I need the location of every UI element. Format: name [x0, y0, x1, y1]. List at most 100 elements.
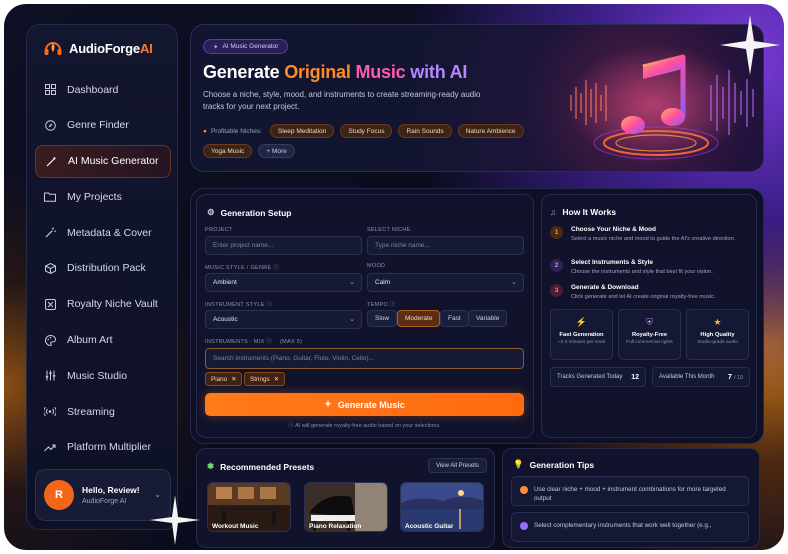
hero-pill: ✦ AI Music Generator [203, 39, 289, 54]
close-icon: ✕ [273, 375, 279, 383]
generation-note: ⓘ AI will generate royalty-free audio ba… [288, 423, 441, 429]
sidebar-item-label: Album Art [67, 334, 113, 347]
tempo-option-variable[interactable]: Variable [468, 310, 508, 327]
info-icon: ⓘ [389, 302, 396, 308]
niche-tag[interactable]: Study Focus [340, 124, 393, 138]
user-greeting: Hello, Review! [82, 485, 140, 495]
lightbulb-icon: 💡 [513, 459, 524, 469]
niche-label: SELECT NICHE [367, 227, 411, 233]
sidebar-nav: Dashboard Genre Finder AI Music Generato… [35, 73, 171, 467]
generate-music-button[interactable]: ✦ Generate Music [205, 393, 524, 416]
more-niches-button[interactable]: + More [258, 144, 295, 158]
sidebar-item-label: Music Studio [67, 369, 128, 382]
sidebar-item-label: Platform Multiplier [67, 441, 152, 454]
sidebar-item-royalty-niche-vault[interactable]: Royalty Niche Vault [35, 288, 171, 321]
instrument-tag-piano[interactable]: Piano ✕ [205, 372, 243, 386]
preset-label: Piano Relaxation [309, 523, 362, 530]
tempo-option-fast[interactable]: Fast [440, 310, 469, 327]
preset-card-workout[interactable]: Workout Music [207, 482, 291, 532]
sparkle-decoration-icon [150, 495, 200, 545]
view-all-presets-button[interactable]: View All Presets [428, 458, 487, 473]
tempo-option-slow[interactable]: Slow [367, 310, 398, 327]
sparkle-decoration-icon [720, 15, 780, 75]
wand-icon [44, 227, 56, 239]
step-number: 1 [550, 226, 563, 239]
sliders-icon [44, 370, 56, 382]
chevron-down-icon: ⌄ [511, 279, 517, 286]
project-name-input[interactable]: Enter project name... [205, 236, 362, 255]
sparkle-icon: ✦ [324, 399, 332, 409]
sidebar-item-metadata-cover[interactable]: Metadata & Cover [35, 216, 171, 249]
genre-select[interactable]: Ambient ⌄ [205, 273, 362, 292]
magic-wand-icon [45, 155, 57, 167]
instrument-search-input[interactable]: Search instruments (Piano, Guitar, Flute… [205, 348, 524, 369]
grid-icon [44, 84, 56, 96]
available-month-stat: Available This Month 7 / 10 [652, 367, 750, 387]
presets-title: ✱ Recommended Presets [207, 461, 315, 472]
sidebar-item-my-projects[interactable]: My Projects [35, 180, 171, 213]
info-icon: ⓘ [288, 423, 294, 429]
feature-high-quality: ★ High Quality Studio-grade audio [686, 309, 749, 360]
sparkle-icon: ✦ [213, 43, 219, 51]
info-icon: ⓘ [266, 302, 273, 308]
sidebar: AudioForgeAI Dashboard Genre Finder AI M… [26, 24, 178, 530]
niche-tag[interactable]: Yoga Music [203, 144, 253, 158]
palette-icon [44, 334, 56, 346]
niches-label: ● Profitable Niches: [203, 127, 262, 135]
tempo-option-moderate[interactable]: Moderate [397, 310, 441, 327]
gear-icon: ⚙ [207, 207, 215, 217]
preset-label: Acoustic Guitar [405, 523, 454, 530]
star-icon: ★ [713, 317, 722, 327]
niche-tag[interactable]: Rain Sounds [398, 124, 452, 138]
sidebar-item-streaming[interactable]: Streaming [35, 395, 171, 428]
preset-label: Workout Music [212, 523, 259, 530]
broadcast-icon [44, 406, 56, 418]
preset-card-piano[interactable]: Piano Relaxation [304, 482, 388, 532]
headphones-flame-icon [44, 42, 62, 55]
sidebar-item-genre-finder[interactable]: Genre Finder [35, 109, 171, 142]
niche-tag[interactable]: Nature Ambience [457, 124, 524, 138]
music-note-icon: ♫ [550, 207, 557, 217]
feature-fast-generation: ⚡ Fast Generation ~2-3 minutes per track [550, 309, 613, 360]
instrument-style-select[interactable]: Acoustic ⌄ [205, 310, 362, 329]
brand[interactable]: AudioForgeAI [43, 39, 153, 57]
instruments-label: INSTRUMENTS - MIX ⓘ (MAX 5) [205, 339, 303, 345]
chevron-down-icon: ⌄ [349, 279, 355, 286]
vault-icon [44, 298, 56, 310]
sidebar-item-ai-music-generator[interactable]: AI Music Generator [35, 144, 171, 178]
sidebar-item-label: Royalty Niche Vault [67, 298, 158, 311]
sidebar-item-music-studio[interactable]: Music Studio [35, 359, 171, 392]
trend-up-icon [44, 441, 56, 453]
info-icon: ⓘ [273, 265, 280, 271]
preset-card-acoustic-guitar[interactable]: Acoustic Guitar [400, 482, 484, 532]
brand-name: AudioForgeAI [69, 40, 153, 56]
sidebar-item-label: AI Music Generator [68, 155, 159, 168]
instrument-tag-strings[interactable]: Strings ✕ [244, 372, 285, 386]
hero-pill-label: AI Music Generator [222, 43, 279, 50]
avatar: R [44, 480, 74, 510]
page-title: Generate Original Music with AI [203, 62, 468, 82]
compass-icon [44, 119, 56, 131]
user-subtitle: AudioForge AI [82, 498, 127, 505]
niche-tag[interactable]: Sleep Meditation [269, 124, 335, 138]
tips-title: 💡 Generation Tips [513, 459, 595, 470]
hero-banner: ✦ AI Music Generator Generate Original M… [190, 24, 764, 172]
tip-icon [520, 486, 528, 494]
sidebar-item-label: Metadata & Cover [67, 226, 152, 239]
sidebar-item-label: Genre Finder [67, 119, 129, 132]
project-label: PROJECT [205, 227, 233, 233]
mood-select[interactable]: Calm ⌄ [367, 273, 524, 292]
sidebar-item-platform-multiplier[interactable]: Platform Multiplier [35, 431, 171, 464]
sidebar-item-distribution-pack[interactable]: Distribution Pack [35, 252, 171, 285]
sidebar-item-label: Streaming [67, 405, 115, 418]
info-icon: ⓘ [266, 339, 273, 345]
hero-description: Choose a niche, style, mood, and instrum… [203, 90, 481, 111]
app-window: AudioForgeAI Dashboard Genre Finder AI M… [4, 4, 784, 550]
sidebar-item-album-art[interactable]: Album Art [35, 324, 171, 357]
how-it-works-title: ♫ How It Works [550, 207, 617, 217]
coin-icon: ● [203, 127, 207, 135]
mood-label: MOOD [367, 263, 386, 269]
niche-input[interactable]: Type niche name... [367, 236, 524, 255]
sidebar-item-dashboard[interactable]: Dashboard [35, 73, 171, 106]
tracks-generated-stat: Tracks Generated Today 12 [550, 367, 646, 387]
